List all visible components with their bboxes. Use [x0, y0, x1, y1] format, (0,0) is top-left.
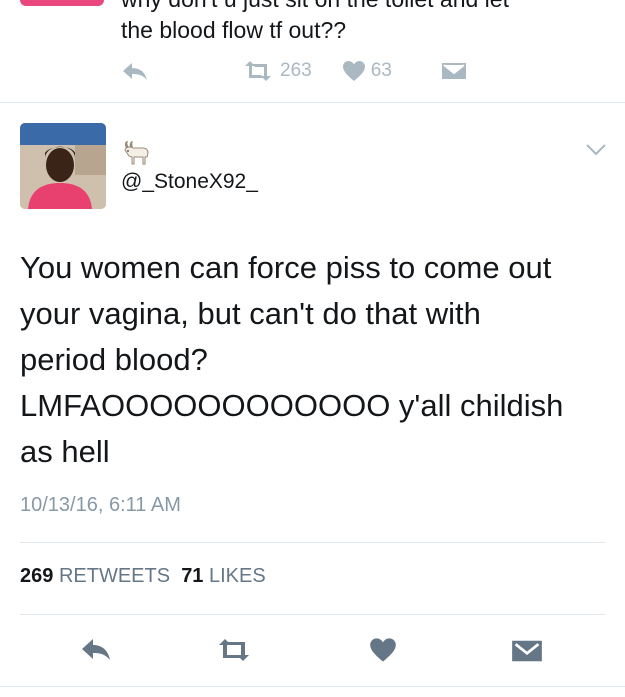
user-handle[interactable]: @_StoneX92_ — [121, 170, 258, 194]
message-icon — [512, 640, 542, 662]
reply-icon — [82, 639, 110, 660]
like-label: LIKES — [209, 565, 266, 587]
retweet-icon — [241, 60, 275, 82]
previous-tweet-actions: 263 63 — [121, 60, 468, 82]
heart-icon — [342, 60, 366, 82]
divider — [20, 614, 605, 615]
retweet-count: 269 — [20, 565, 54, 587]
retweet-stat[interactable]: 269 RETWEETS — [20, 565, 170, 587]
previous-avatar[interactable] — [20, 0, 104, 6]
tweet-text: You women can force piss to come out you… — [20, 250, 564, 469]
heart-icon — [370, 638, 396, 662]
previous-retweet-count: 263 — [280, 60, 312, 81]
previous-retweet-group[interactable]: 263 — [241, 60, 312, 82]
chevron-down-icon[interactable] — [585, 143, 607, 157]
previous-tweet-text-line-1: why don't u just sit on the toilet and l… — [121, 0, 509, 13]
previous-like-count: 63 — [370, 60, 392, 81]
tweet-timestamp: 10/13/16, 6:11 AM — [20, 494, 181, 516]
retweet-icon — [219, 639, 249, 661]
avatar[interactable] — [20, 123, 106, 209]
divider — [0, 686, 625, 687]
like-button[interactable] — [369, 637, 397, 663]
retweet-label: RETWEETS — [58, 565, 171, 587]
retweet-button[interactable] — [215, 637, 253, 663]
reply-icon[interactable] — [121, 60, 149, 82]
reply-button[interactable] — [80, 636, 112, 662]
like-count: 71 — [181, 565, 204, 587]
tweet-stats: 269 RETWEETS 71 LIKES — [20, 565, 266, 588]
message-button[interactable] — [511, 638, 543, 664]
divider — [20, 542, 605, 543]
previous-tweet[interactable]: why don't u just sit on the toilet and l… — [0, 0, 625, 103]
goat-emoji-icon — [121, 140, 151, 166]
previous-tweet-text-line-2: the blood flow tf out?? — [121, 17, 347, 43]
like-stat[interactable]: 71 LIKES — [181, 565, 266, 587]
message-icon[interactable] — [439, 60, 468, 82]
previous-like-group[interactable]: 63 — [342, 60, 392, 82]
